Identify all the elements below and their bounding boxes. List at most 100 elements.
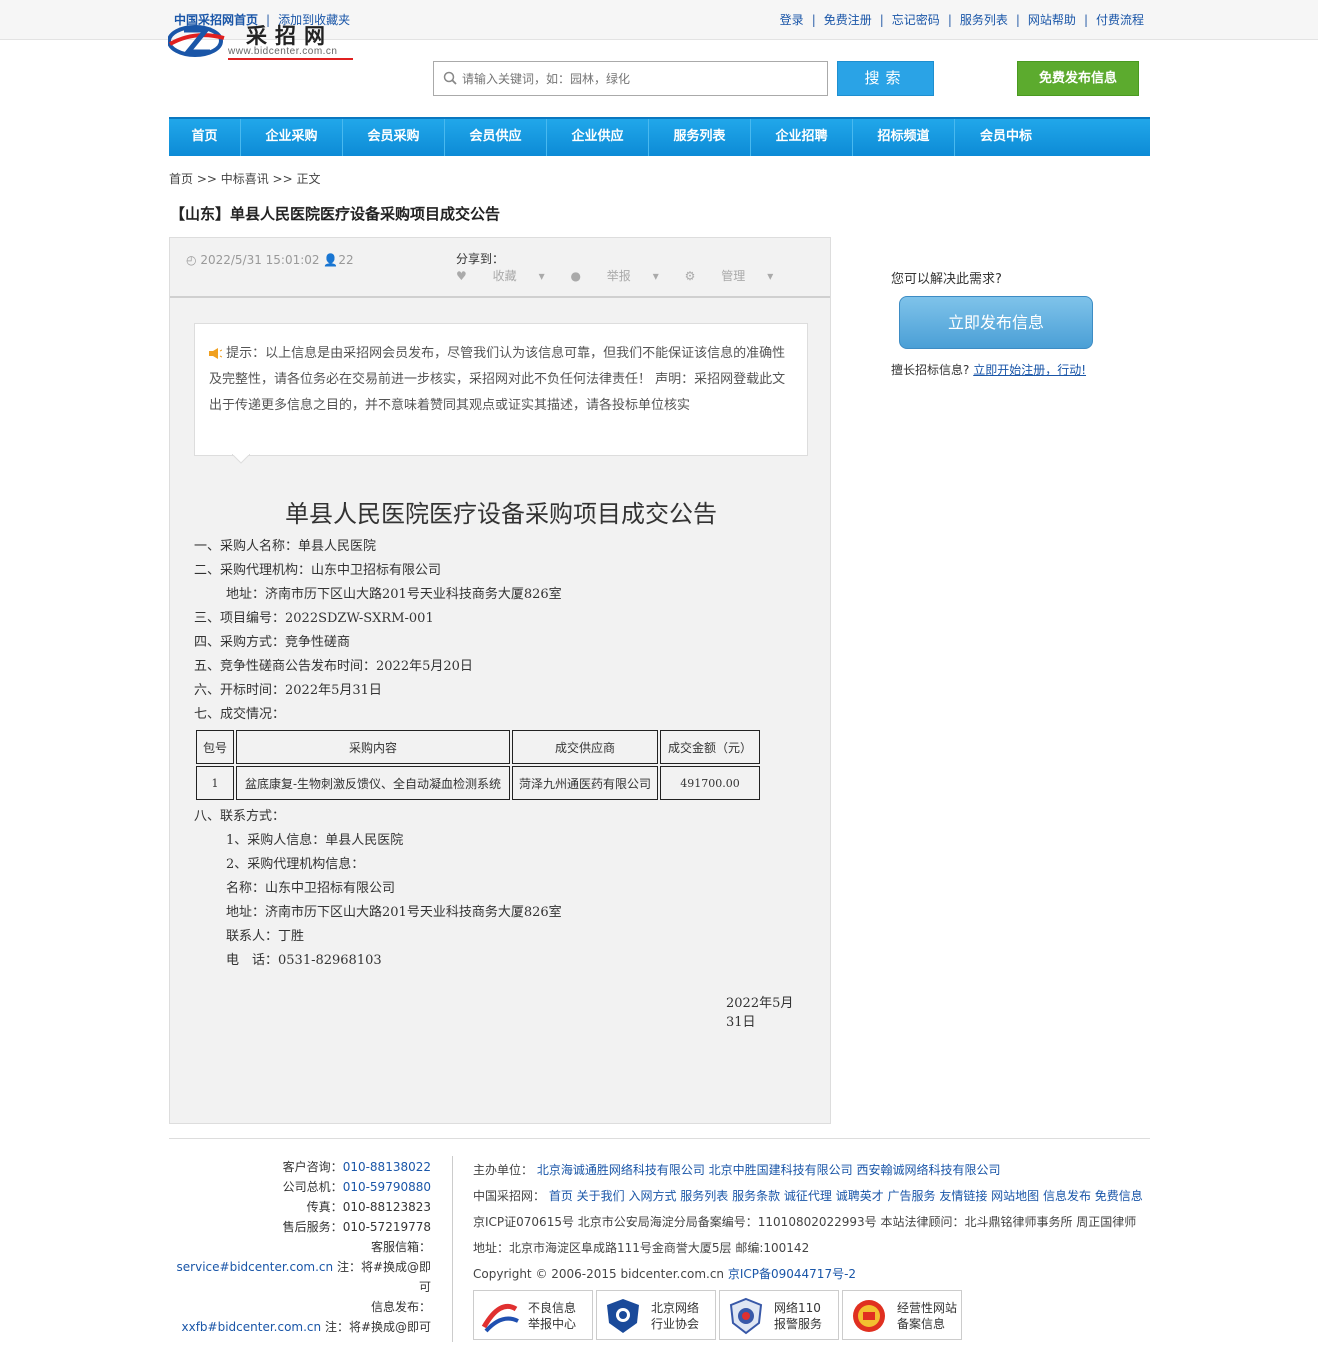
- search-box: [433, 61, 828, 96]
- register-link[interactable]: 免费注册: [824, 13, 872, 27]
- article-actions: ♥ 收藏 ▾ ● 举报 ▾ ⚙ 管理 ▾: [456, 267, 795, 284]
- award-table: 包号 采购内容 成交供应商 成交金额（元） 1 盆底康复-生物刺激反馈仪、全自动…: [194, 728, 762, 802]
- disclaimer-notice: 提示：以上信息是由采招网会员发布，尽管我们认为该信息可靠，但我们不能保证该信息的…: [194, 323, 808, 456]
- article-date: 2022年5月31日: [726, 996, 794, 1030]
- article-line: 地址：济南市历下区山大路201号天业科技商务大厦826室: [226, 905, 562, 920]
- nav-home[interactable]: 首页: [169, 119, 241, 156]
- service-list-link[interactable]: 服务列表: [960, 13, 1008, 27]
- article-meta: ◴ 2022/5/31 15:01:02 👤22: [186, 253, 354, 267]
- table-header: 包号: [196, 730, 234, 764]
- register-link-side[interactable]: 立即开始注册，行动!: [973, 363, 1086, 377]
- logo-mark-icon: [168, 25, 225, 57]
- footer-hosts: 主办单位： 北京海诚通胜网络科技有限公司 北京中胜国建科技有限公司 西安翰诚网络…: [473, 1163, 1001, 1177]
- manage-action[interactable]: ⚙ 管理 ▾: [685, 269, 774, 283]
- publish-email[interactable]: xxfb#bidcenter.com.cn: [181, 1320, 321, 1334]
- view-count: 22: [338, 253, 354, 267]
- nav-enterprise-purchase[interactable]: 企业采购: [241, 119, 343, 156]
- badge-network-association[interactable]: 北京网络 行业协会: [596, 1290, 716, 1340]
- article-line: 七、成交情况：: [194, 707, 286, 722]
- nav-member-supply[interactable]: 会员供应: [445, 119, 547, 156]
- logo-url: www.bidcenter.com.cn: [228, 46, 338, 57]
- article-heading: 单县人民医院医疗设备采购项目成交公告: [285, 500, 717, 528]
- sidebar-question: 您可以解决此需求?: [891, 272, 1002, 287]
- forgot-password-link[interactable]: 忘记密码: [892, 13, 940, 27]
- article-content: 单县人民医院医疗设备采购项目成交公告 一、采购人名称：单县人民医院 二、采购代理…: [194, 488, 808, 1030]
- badge-commercial-site[interactable]: 经营性网站 备案信息: [842, 1290, 962, 1340]
- article-line: 八、联系方式：: [194, 809, 286, 824]
- footer-vertical-divider: [452, 1156, 453, 1342]
- article-line: 三、项目编号：2022SDZW-SXRM-001: [194, 611, 434, 626]
- article-line: 五、竞争性磋商公告发布时间：2022年5月20日: [194, 659, 473, 674]
- nav-recruitment[interactable]: 企业招聘: [751, 119, 853, 156]
- article-line: 联系人：丁胜: [226, 929, 305, 944]
- article-line: 六、开标时间：2022年5月31日: [194, 683, 382, 698]
- clock-icon: ◴: [186, 253, 197, 267]
- contact-row: xxfb#bidcenter.com.cn 注：将#换成@即可: [181, 1320, 431, 1334]
- article-lines-2: 八、联系方式： 1、采购人信息：单县人民医院 2、采购代理机构信息： 名称：山东…: [194, 805, 808, 973]
- favorite-action[interactable]: ♥ 收藏 ▾: [456, 269, 545, 283]
- table-cell: 491700.00: [660, 766, 760, 800]
- login-link[interactable]: 登录: [780, 13, 804, 27]
- nav-service-list[interactable]: 服务列表: [649, 119, 751, 156]
- breadcrumb: 首页 >> 中标喜讯 >> 正文: [169, 172, 321, 186]
- contact-row: 传真：010-88123823: [306, 1200, 431, 1214]
- nav-enterprise-supply[interactable]: 企业供应: [547, 119, 649, 156]
- table-row: 1 盆底康复-生物刺激反馈仪、全自动凝血检测系统 菏泽九州通医药有限公司 491…: [196, 766, 760, 800]
- footer-address: 地址：北京市海淀区阜成路111号金商誉大厦5层 邮编:100142: [473, 1241, 810, 1255]
- table-header: 成交金额（元）: [660, 730, 760, 764]
- article-line: 2、采购代理机构信息：: [226, 857, 365, 872]
- table-header: 采购内容: [236, 730, 510, 764]
- report-center-icon: [481, 1303, 519, 1333]
- footer-icp: 京ICP证070615号 北京市公安局海淀分局备案编号：110108020229…: [473, 1215, 1137, 1229]
- share-label: 分享到：: [456, 252, 505, 266]
- table-cell: 菏泽九州通医药有限公司: [512, 766, 658, 800]
- nav-member-award[interactable]: 会员中标: [955, 119, 1057, 156]
- footer-copyright: Copyright © 2006-2015 bidcenter.com.cn 京…: [473, 1267, 857, 1281]
- contact-row: 客户咨询：010-88138022: [282, 1160, 431, 1174]
- disclaimer-text: 提示：以上信息是由采招网会员发布，尽管我们认为该信息可靠，但我们不能保证该信息的…: [209, 346, 786, 413]
- nav-bid-channel[interactable]: 招标频道: [853, 119, 955, 156]
- help-link[interactable]: 网站帮助: [1028, 13, 1076, 27]
- article-box: ◴ 2022/5/31 15:01:02 👤22 分享到： ♥ 收藏 ▾ ● 举报…: [169, 237, 831, 1124]
- article-line: 电 话：0531-82968103: [226, 953, 382, 968]
- sidebar: 您可以解决此需求? 立即发布信息 擅长招标信息? 立即开始注册，行动!: [891, 268, 1151, 377]
- icp-link[interactable]: 京ICP备09044717号-2: [728, 1267, 856, 1281]
- article-lines: 一、采购人名称：单县人民医院 二、采购代理机构：山东中卫招标有限公司 地址：济南…: [194, 535, 808, 727]
- article-line: 一、采购人名称：单县人民医院: [194, 539, 377, 554]
- contact-row: 公司总机：010-59790880: [282, 1180, 431, 1194]
- contact-row: service#bidcenter.com.cn 注：将#换成@即可: [176, 1260, 431, 1294]
- logo-underline: [228, 58, 353, 60]
- badge-police-110[interactable]: 网络110 报警服务: [719, 1290, 839, 1340]
- top-right-links: 登录 | 免费注册 | 忘记密码 | 服务列表 | 网站帮助 | 付费流程: [779, 13, 1144, 27]
- commercial-seal-icon: [853, 1300, 885, 1332]
- article-line: 二、采购代理机构：山东中卫招标有限公司: [194, 563, 442, 578]
- footer-info: 主办单位： 北京海诚通胜网络科技有限公司 北京中胜国建科技有限公司 西安翰诚网络…: [473, 1157, 1143, 1287]
- publish-now-button[interactable]: 立即发布信息: [899, 296, 1093, 349]
- article-line: 地址：济南市历下区山大路201号天业科技商务大厦826室: [226, 587, 562, 602]
- payment-flow-link[interactable]: 付费流程: [1096, 13, 1144, 27]
- logo[interactable]: 采招网 www.bidcenter.com.cn: [168, 20, 358, 62]
- register-prompt: 擅长招标信息?: [891, 363, 970, 377]
- nav-member-purchase[interactable]: 会员采购: [343, 119, 445, 156]
- footer-nav-links[interactable]: 首页 关于我们 入网方式 服务列表 服务条款 诚征代理 诚聘英才 广告服务 友情…: [549, 1189, 1143, 1203]
- bulb-icon: ●: [570, 269, 581, 283]
- contact-row: 客服信箱：: [370, 1240, 431, 1254]
- report-action[interactable]: ● 举报 ▾: [570, 269, 658, 283]
- free-publish-button[interactable]: 免费发布信息: [1017, 61, 1139, 96]
- police-badge-icon: [729, 1297, 763, 1335]
- badge-report-center[interactable]: 不良信息 举报中心: [473, 1290, 593, 1340]
- heart-icon: ♥: [456, 269, 467, 283]
- sidebar-register: 擅长招标信息? 立即开始注册，行动!: [891, 361, 1086, 378]
- article-line: 名称：山东中卫招标有限公司: [226, 881, 396, 896]
- article-line: 四、采购方式：竞争性磋商: [194, 635, 351, 650]
- speaker-icon: [209, 348, 222, 359]
- search-input[interactable]: [462, 62, 822, 95]
- contact-row: 信息发布：: [370, 1300, 431, 1314]
- search-button[interactable]: 搜索: [837, 61, 934, 96]
- main-nav: 首页 企业采购 会员采购 会员供应 企业供应 服务列表 企业招聘 招标频道 会员…: [169, 117, 1150, 156]
- user-icon: 👤: [323, 253, 339, 267]
- host-links[interactable]: 北京海诚通胜网络科技有限公司 北京中胜国建科技有限公司 西安翰诚网络科技有限公司: [537, 1163, 1001, 1177]
- service-email[interactable]: service#bidcenter.com.cn: [177, 1260, 334, 1274]
- footer-contacts: 客户咨询：010-88138022 公司总机：010-59790880 传真：0…: [170, 1157, 431, 1337]
- publish-datetime: 2022/5/31 15:01:02: [200, 253, 320, 267]
